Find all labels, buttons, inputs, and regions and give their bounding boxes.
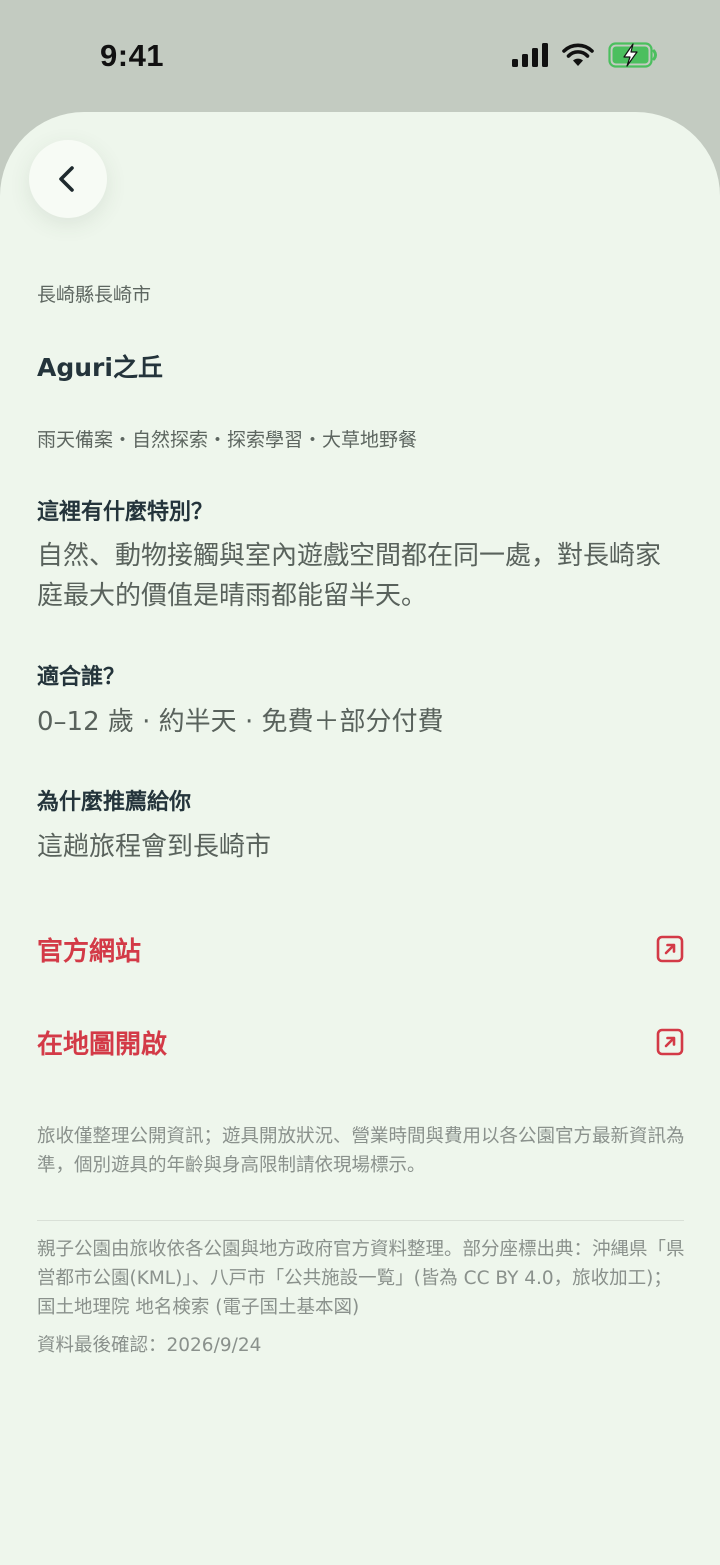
signal-icon (512, 43, 548, 67)
recommend-body: 這趟旅程會到長崎市 (37, 832, 272, 862)
place-title: Aguri之丘 (37, 353, 163, 382)
location-label: 長崎縣長崎市 (37, 284, 152, 306)
battery-charging-icon (608, 42, 657, 68)
status-time: 9:41 (100, 38, 165, 73)
external-link-icon (656, 935, 684, 963)
divider (37, 1220, 684, 1221)
external-link-icon (656, 1028, 684, 1056)
last-checked-date: 資料最後確認：2026/9/24 (37, 1335, 262, 1356)
detail-sheet: 長崎縣長崎市 Aguri之丘 雨天備案・自然探索・探索學習・大草地野餐 這裡有什… (0, 112, 720, 1565)
suitable-body: 0–12 歲 · 約半天 · 免費＋部分付費 (37, 707, 444, 737)
chevron-left-icon (59, 166, 74, 192)
disclaimer-text: 旅收僅整理公開資訊；遊具開放狀況、營業時間與費用以各公園官方最新資訊為準，個別遊… (37, 1126, 685, 1176)
open-in-map-label: 在地圖開啟 (37, 1029, 168, 1060)
place-tags: 雨天備案・自然探索・探索學習・大草地野餐 (37, 429, 418, 451)
wifi-icon (562, 43, 594, 66)
official-website-label: 官方網站 (37, 936, 142, 967)
open-in-map-link[interactable]: 在地圖開啟 (37, 1017, 684, 1067)
status-bar: 9:41 (0, 0, 720, 112)
data-sources-text: 親子公園由旅收依各公園與地方政府官方資料整理。部分座標出典：沖縄県「県営都市公園… (37, 1239, 685, 1318)
special-heading: 這裡有什麼特別？ (37, 500, 214, 525)
status-icons (512, 42, 658, 68)
special-body: 自然、動物接觸與室內遊戲空間都在同一處，對長崎家庭最大的價值是晴雨都能留半天。 (37, 541, 662, 611)
recommend-heading: 為什麼推薦給你 (37, 790, 192, 815)
suitable-heading: 適合誰？ (37, 665, 126, 690)
official-website-link[interactable]: 官方網站 (37, 924, 684, 974)
back-button[interactable] (29, 140, 107, 218)
